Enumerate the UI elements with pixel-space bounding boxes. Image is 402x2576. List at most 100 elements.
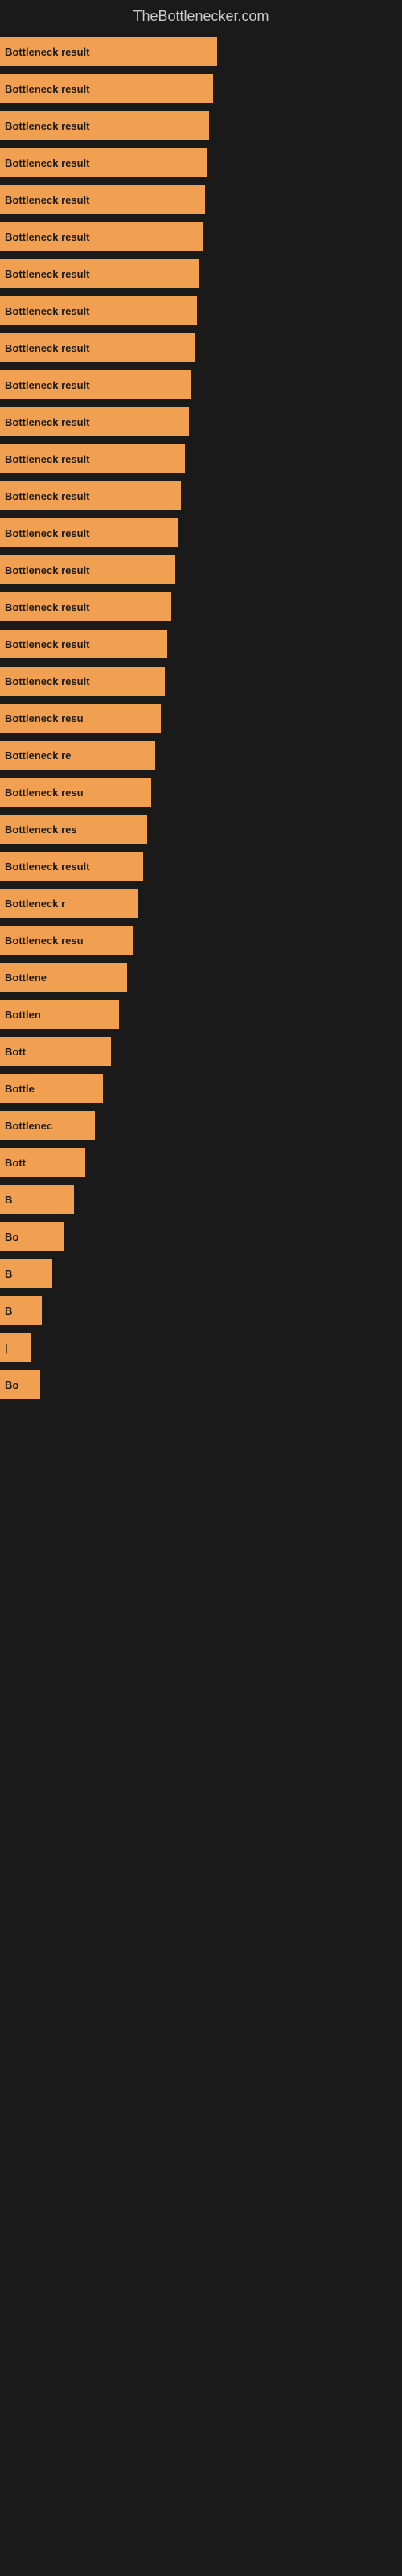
bottleneck-label: B [5,1305,12,1317]
bottleneck-label: Bottleneck result [5,342,89,354]
bar-item: Bottleneck resu [0,778,402,807]
bottleneck-bar: Bottlenec [0,1111,95,1140]
bottleneck-bar: Bott [0,1148,85,1177]
bar-item: Bottlen [0,1000,402,1029]
bar-item: Bottleneck result [0,407,402,436]
bottleneck-bar: Bottlene [0,963,127,992]
bottleneck-bar: Bottleneck result [0,333,195,362]
bottleneck-bar: Bottleneck result [0,148,207,177]
bar-item: Bo [0,1370,402,1399]
bar-item: Bottleneck result [0,444,402,473]
bottleneck-bar: Bottleneck result [0,518,178,547]
bar-item: Bottleneck result [0,222,402,251]
bottleneck-label: Bottleneck result [5,453,89,465]
bottleneck-bar: Bottleneck result [0,592,171,621]
bar-item: Bottleneck result [0,592,402,621]
bottleneck-bar: | [0,1333,31,1362]
bottleneck-bar: Bottleneck re [0,741,155,770]
bar-item: Bottleneck result [0,37,402,66]
bottleneck-bar: Bottle [0,1074,103,1103]
bottleneck-label: Bottleneck resu [5,712,84,724]
bottleneck-label: Bottleneck r [5,898,65,910]
bottleneck-bar: Bottleneck result [0,630,167,658]
bottleneck-bar: Bottleneck resu [0,778,151,807]
bottleneck-label: Bottleneck result [5,231,89,243]
bottleneck-bar: Bottleneck resu [0,704,161,733]
bottleneck-label: Bottleneck result [5,120,89,132]
bar-item: Bottleneck result [0,518,402,547]
bottleneck-label: Bottleneck result [5,861,89,873]
bottleneck-label: B [5,1268,12,1280]
bar-item: Bottlene [0,963,402,992]
bottleneck-label: Bottleneck result [5,157,89,169]
bar-item: B [0,1296,402,1325]
bar-item: Bott [0,1148,402,1177]
bar-item: Bottleneck resu [0,704,402,733]
bottleneck-label: Bottleneck res [5,824,77,836]
bottleneck-bar: Bottleneck result [0,370,191,399]
bar-item: Bottleneck result [0,111,402,140]
bar-item: B [0,1259,402,1288]
bottleneck-label: Bo [5,1231,18,1243]
bar-item: B [0,1185,402,1214]
bar-item: Bottlenec [0,1111,402,1140]
bottleneck-bar: Bottleneck result [0,481,181,510]
bar-item: Bottleneck result [0,667,402,696]
bottleneck-label: Bottleneck result [5,83,89,95]
bar-item: Bottleneck resu [0,926,402,955]
bottleneck-label: Bottleneck resu [5,935,84,947]
bottleneck-bar: Bottleneck result [0,111,209,140]
bottleneck-bar: Bo [0,1222,64,1251]
bottleneck-bar: Bottlen [0,1000,119,1029]
bottleneck-bar: Bottleneck result [0,444,185,473]
bar-item: | [0,1333,402,1362]
bottleneck-label: Bottleneck result [5,675,89,687]
bar-item: Bottleneck result [0,259,402,288]
bottleneck-label: Bottleneck result [5,416,89,428]
bottleneck-bar: Bo [0,1370,40,1399]
bottleneck-label: | [5,1342,8,1354]
bottleneck-label: Bottleneck result [5,564,89,576]
bottleneck-bar: B [0,1296,42,1325]
bar-item: Bottleneck r [0,889,402,918]
bottleneck-label: Bottleneck result [5,194,89,206]
bar-item: Bottleneck result [0,74,402,103]
bottleneck-bar: B [0,1185,74,1214]
bottleneck-bar: Bottleneck result [0,74,213,103]
bottleneck-bar: Bottleneck result [0,222,203,251]
bottleneck-label: Bott [5,1157,26,1169]
bar-item: Bottleneck result [0,185,402,214]
bottleneck-bar: Bottleneck result [0,185,205,214]
bar-item: Bo [0,1222,402,1251]
bottleneck-label: Bottleneck result [5,46,89,58]
bar-item: Bottleneck result [0,148,402,177]
bar-item: Bottleneck result [0,630,402,658]
bar-item: Bottleneck result [0,555,402,584]
bottleneck-label: Bottleneck result [5,490,89,502]
bottleneck-bar: Bottleneck result [0,259,199,288]
bottleneck-label: Bottlene [5,972,47,984]
bar-item: Bottleneck re [0,741,402,770]
bottleneck-bar: Bottleneck result [0,555,175,584]
bar-item: Bottleneck result [0,370,402,399]
bottleneck-label: Bottleneck result [5,638,89,650]
bar-item: Bottle [0,1074,402,1103]
bar-item: Bott [0,1037,402,1066]
bottleneck-label: Bottleneck resu [5,786,84,799]
bottleneck-bar: Bottleneck result [0,407,189,436]
bar-item: Bottleneck res [0,815,402,844]
bar-item: Bottleneck result [0,333,402,362]
bottleneck-label: Bo [5,1379,18,1391]
bottleneck-label: Bottleneck result [5,601,89,613]
bottleneck-label: B [5,1194,12,1206]
bottleneck-label: Bottleneck result [5,305,89,317]
bottleneck-label: Bottleneck result [5,379,89,391]
bottleneck-bar: Bottleneck r [0,889,138,918]
bar-item: Bottleneck result [0,852,402,881]
bottleneck-bar: Bott [0,1037,111,1066]
bottleneck-label: Bottlenec [5,1120,52,1132]
bottleneck-label: Bottlen [5,1009,41,1021]
bottleneck-bar: Bottleneck result [0,852,143,881]
bar-item: Bottleneck result [0,296,402,325]
bottleneck-label: Bottleneck re [5,749,71,762]
